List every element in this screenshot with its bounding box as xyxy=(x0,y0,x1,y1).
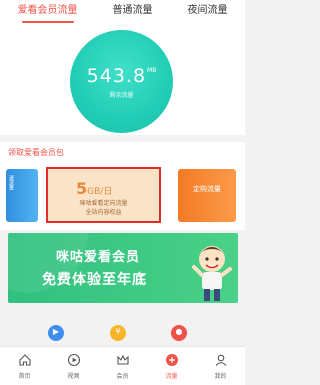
remaining-traffic-unit: MB xyxy=(147,66,157,74)
play-glyph: ▶ xyxy=(52,327,60,336)
package-card-5gb[interactable]: 5GB/日 咪咕爱看定向流量 全站内容权益 xyxy=(46,167,161,223)
gauge-value-row: 543.8 MB xyxy=(87,65,157,87)
package-right-label: 定购流量 xyxy=(193,185,221,193)
package-card-left[interactable]: 送流量 xyxy=(6,169,38,222)
nav-label-member: 会员 xyxy=(116,373,129,380)
play-icon xyxy=(67,353,80,367)
home-icon xyxy=(18,354,31,366)
flame-glyph: ● xyxy=(175,327,183,336)
remaining-traffic-label: 剩余流量 xyxy=(109,91,134,99)
coin-glyph: ¥ xyxy=(115,327,121,336)
cartoon-boy-icon xyxy=(192,246,232,301)
traffic-page: 爱看会员流量 普通流量 夜间流量 543.8 MB 剩余流量 领取爱看会员包 送… xyxy=(0,0,245,385)
package-amount-number: 5 xyxy=(76,179,88,198)
tab-normal-traffic[interactable]: 普通流量 xyxy=(113,0,153,25)
play-circle-icon[interactable]: ▶ xyxy=(48,325,64,341)
nav-item-video[interactable]: 视频 xyxy=(49,347,98,385)
nav-label-mine: 我的 xyxy=(214,373,227,380)
package-desc-line2: 全站内容权益 xyxy=(85,209,122,216)
flame-icon[interactable]: ● xyxy=(171,325,187,341)
nav-item-member[interactable]: 会员 xyxy=(98,347,147,385)
nav-label-video: 视频 xyxy=(67,373,80,380)
package-card-right[interactable]: 定购流量 xyxy=(178,169,236,222)
bottom-navigation: 首页 视频 会员 流量 我的 xyxy=(0,346,245,385)
remaining-traffic-value: 543.8 xyxy=(86,64,147,87)
package-desc-line1: 咪咕爱看定向流量 xyxy=(79,200,128,207)
nav-item-home[interactable]: 首页 xyxy=(0,347,49,385)
package-amount: 5GB/日 xyxy=(76,179,112,198)
package-amount-unit: GB/日 xyxy=(87,187,113,197)
traffic-icon xyxy=(165,354,178,366)
coin-icon[interactable]: ¥ xyxy=(110,325,126,341)
app-icons-row: ▶ ¥ ● xyxy=(0,325,245,345)
crown-icon xyxy=(116,354,129,365)
tab-member-traffic[interactable]: 爱看会员流量 xyxy=(18,0,78,25)
banner-subheadline: 免费体验至年底 xyxy=(42,272,147,288)
banner-headline: 咪咕爱看会员 xyxy=(56,250,141,265)
nav-label-traffic: 流量 xyxy=(165,373,178,380)
traffic-gauge: 543.8 MB 剩余流量 xyxy=(70,30,173,133)
traffic-tabs: 爱看会员流量 普通流量 夜间流量 xyxy=(0,0,245,25)
nav-item-mine[interactable]: 我的 xyxy=(196,347,245,385)
nav-item-traffic[interactable]: 流量 xyxy=(147,347,196,385)
package-section-title: 领取爱看会员包 xyxy=(8,148,64,157)
tab-night-traffic[interactable]: 夜间流量 xyxy=(188,0,228,25)
user-icon xyxy=(215,354,226,366)
nav-label-home: 首页 xyxy=(18,373,31,380)
traffic-gauge-panel: 543.8 MB 剩余流量 xyxy=(0,25,245,135)
member-package-section: 领取爱看会员包 送流量 5GB/日 咪咕爱看定向流量 全站内容权益 定购流量 xyxy=(0,142,245,230)
package-left-label: 送流量 xyxy=(8,175,14,190)
member-promo-banner[interactable]: 咪咕爱看会员 免费体验至年底 xyxy=(8,233,238,303)
